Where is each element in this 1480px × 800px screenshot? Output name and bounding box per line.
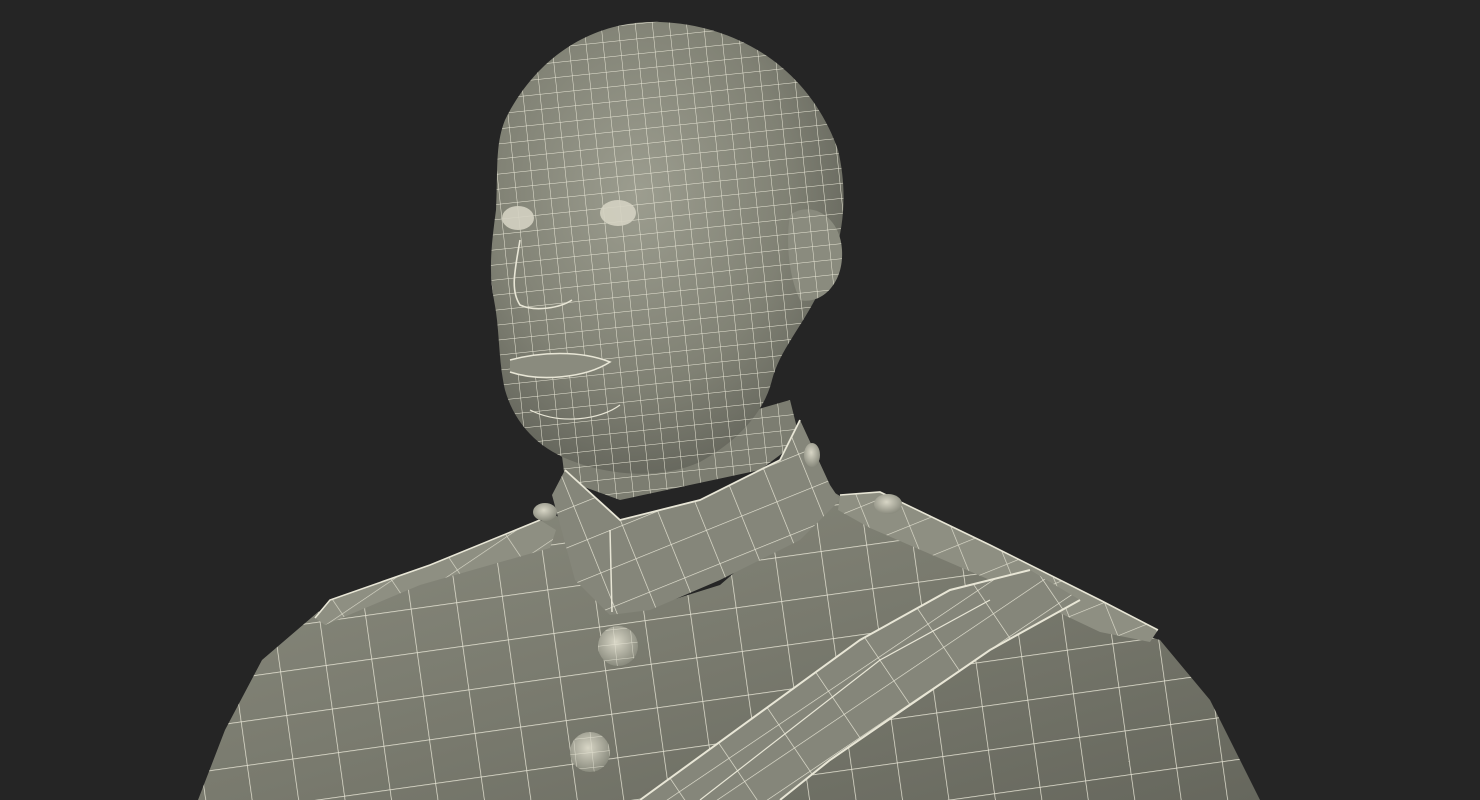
render-viewport [0, 0, 1480, 800]
collar-side-button [804, 443, 820, 467]
left-shoulder-button [533, 503, 557, 521]
wireframe-render [198, 21, 1260, 800]
right-shoulder-button [874, 494, 902, 514]
